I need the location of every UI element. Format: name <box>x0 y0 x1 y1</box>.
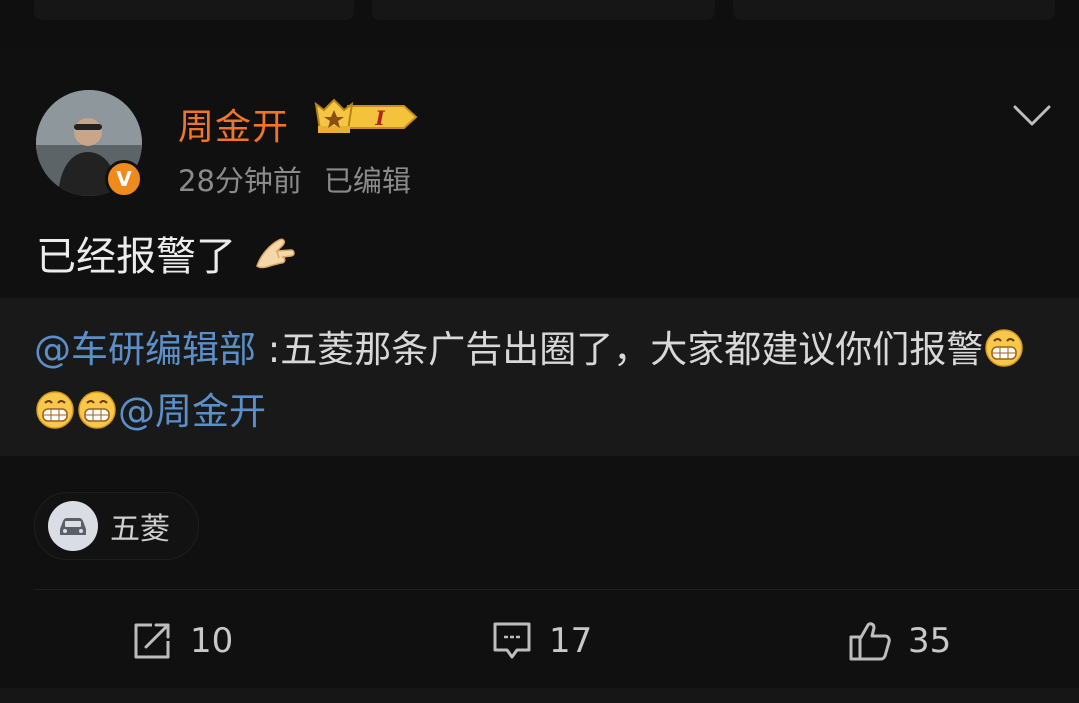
crown-level-icon[interactable]: I <box>312 96 420 142</box>
post-text-content: 已经报警了 <box>36 234 236 280</box>
like-icon <box>849 622 891 661</box>
grin-emoji-icon <box>76 390 118 446</box>
comment-count: 17 <box>549 621 593 661</box>
repost-button[interactable]: 10 <box>132 618 233 664</box>
post-text: 已经报警了 <box>36 224 297 284</box>
verified-badge-icon: V <box>105 160 143 198</box>
grin-emoji-icon <box>34 390 76 446</box>
comment-button[interactable]: 17 <box>491 618 592 664</box>
divider <box>34 589 1079 590</box>
quoted-mention[interactable]: @车研编辑部 <box>34 328 256 371</box>
like-button[interactable]: 35 <box>848 618 951 664</box>
author-name[interactable]: 周金开 <box>178 98 289 150</box>
grin-emoji-icon <box>983 328 1025 384</box>
quoted-text-block: @车研编辑部 :五菱那条广告出圈了，大家都建议你们报警 @周金开 <box>34 322 1054 446</box>
post-time: 28分钟前 <box>178 164 302 198</box>
post-meta: 28分钟前 已编辑 <box>178 158 411 200</box>
next-card-edge <box>0 688 1079 703</box>
previous-card <box>733 0 1055 20</box>
pinching-hand-icon <box>253 234 297 284</box>
car-icon <box>48 501 98 551</box>
repost-icon <box>134 623 170 659</box>
comment-icon <box>493 622 531 659</box>
chevron-down-icon[interactable] <box>1012 102 1052 134</box>
like-count: 35 <box>908 621 952 661</box>
repost-count: 10 <box>190 621 234 661</box>
top-strip <box>0 0 1079 50</box>
quoted-post[interactable]: @车研编辑部 :五菱那条广告出圈了，大家都建议你们报警 @周金开 <box>0 298 1079 456</box>
edited-label[interactable]: 已编辑 <box>324 164 411 198</box>
level-badge: I <box>374 106 385 130</box>
topic-tag[interactable]: 五菱 <box>34 492 199 560</box>
previous-card <box>34 0 354 20</box>
quoted-text: :五菱那条广告出圈了，大家都建议你们报警 <box>256 328 984 371</box>
trailing-mention[interactable]: @周金开 <box>118 390 266 433</box>
topic-tag-label: 五菱 <box>110 512 170 547</box>
previous-card <box>372 0 715 20</box>
